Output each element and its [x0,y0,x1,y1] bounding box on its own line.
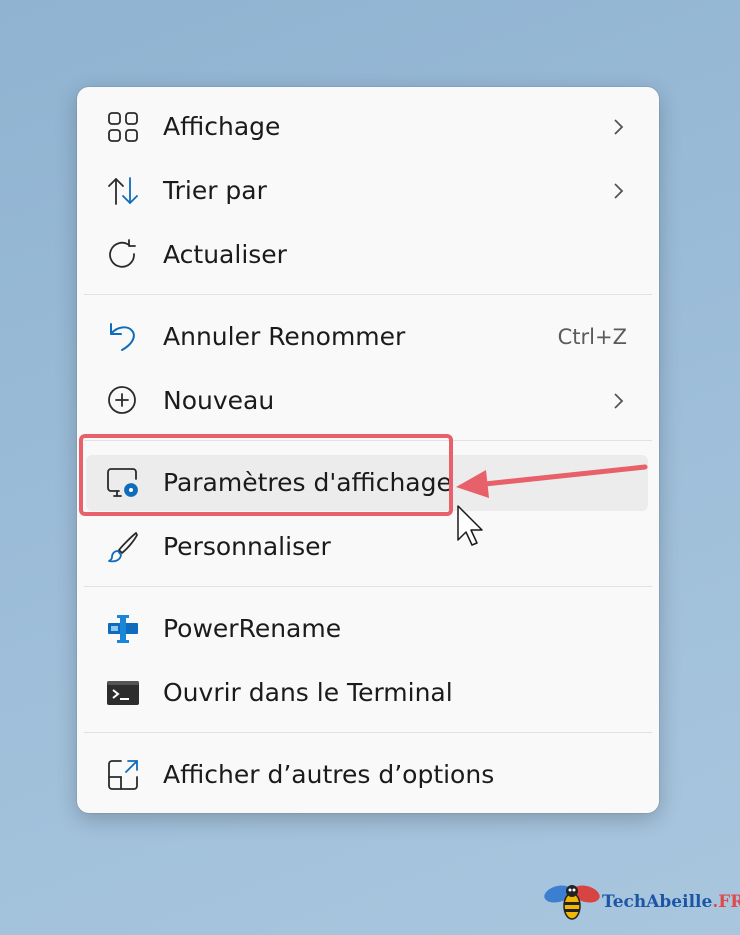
watermark-text: TechAbeille.FR [602,892,740,912]
terminal-icon [105,675,141,711]
chevron-right-icon [611,391,625,411]
menu-separator [84,732,652,733]
menu-separator [84,586,652,587]
menu-item-annuler-renommer[interactable]: Annuler Renommer Ctrl+Z [77,305,659,369]
menu-item-label: PowerRename [163,614,342,643]
menu-item-trier-par[interactable]: Trier par [77,159,659,223]
menu-item-label: Afficher d’autres d’options [163,760,495,789]
sort-icon [105,173,141,209]
watermark-logo: TechAbeille.FR [540,878,740,924]
menu-item-affichage[interactable]: Affichage [77,95,659,159]
menu-item-label: Ouvrir dans le Terminal [163,678,453,707]
keyboard-shortcut: Ctrl+Z [557,325,627,349]
powerrename-icon [105,611,141,647]
menu-item-personnaliser[interactable]: Personnaliser [77,515,659,579]
menu-item-nouveau[interactable]: Nouveau [77,369,659,433]
menu-item-more-options[interactable]: Afficher d’autres d’options [77,743,659,807]
menu-item-powerrename[interactable]: PowerRename [77,597,659,661]
menu-separator [84,294,652,295]
grid-icon [105,109,141,145]
menu-item-label: Personnaliser [163,532,331,561]
menu-item-actualiser[interactable]: Actualiser [77,223,659,287]
menu-item-label: Annuler Renommer [163,322,406,351]
bee-logo-icon [544,885,600,920]
menu-item-label: Affichage [163,112,281,141]
undo-icon [105,319,141,355]
expand-icon [105,757,141,793]
brush-icon [105,529,141,565]
chevron-right-icon [611,181,625,201]
plus-circle-icon [105,383,141,419]
annotation-highlight-box [79,434,453,516]
refresh-icon [105,237,141,273]
menu-item-label: Actualiser [163,240,287,269]
menu-item-terminal[interactable]: Ouvrir dans le Terminal [77,661,659,725]
menu-item-label: Trier par [163,176,267,205]
chevron-right-icon [611,117,625,137]
menu-item-label: Nouveau [163,386,275,415]
